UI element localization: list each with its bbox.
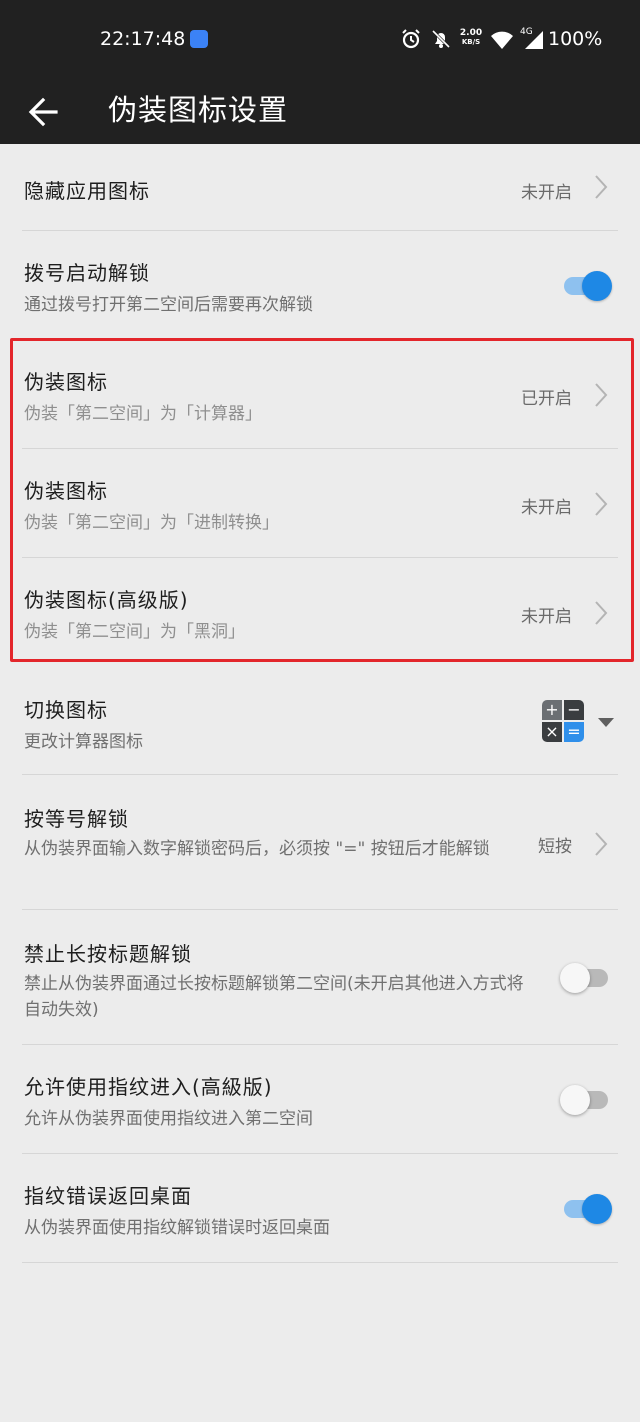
setting-title: 指纹错误返回桌面 xyxy=(24,1184,192,1208)
toggle-knob xyxy=(560,963,590,993)
setting-title: 允许使用指纹进入(高級版) xyxy=(24,1075,273,1099)
net-speed-value: 2.00 xyxy=(459,28,483,38)
setting-title: 隐藏应用图标 xyxy=(24,179,150,203)
setting-title: 禁止长按标题解锁 xyxy=(24,942,192,966)
alarm-icon xyxy=(402,29,420,49)
back-arrow-icon[interactable] xyxy=(26,90,62,134)
plus-cell: + xyxy=(542,700,562,720)
setting-value: 已开启 xyxy=(521,389,572,409)
setting-disguise-base-converter[interactable]: 伪装图标 伪装「第二空间」为「进制转换」 未开启 xyxy=(0,449,640,557)
mute-bell-icon xyxy=(431,29,451,49)
setting-allow-fingerprint[interactable]: 允许使用指纹进入(高級版) 允许从伪装界面使用指纹进入第二空间 xyxy=(0,1045,640,1153)
setting-subtitle: 通过拨号打开第二空间后需要再次解锁 xyxy=(24,295,313,315)
minus-cell: − xyxy=(564,700,584,720)
times-cell: × xyxy=(542,722,562,742)
dropdown-arrow-icon[interactable] xyxy=(598,718,614,727)
toggle-knob xyxy=(582,271,612,301)
setting-subtitle: 更改计算器图标 xyxy=(24,732,143,752)
setting-subtitle: 伪装「第二空间」为「黑洞」 xyxy=(24,622,245,642)
signal-icon xyxy=(525,31,543,49)
setting-title: 拨号启动解锁 xyxy=(24,261,150,285)
setting-dial-unlock[interactable]: 拨号启动解锁 通过拨号打开第二空间后需要再次解锁 xyxy=(0,231,640,339)
net-speed-unit: KB/S xyxy=(461,38,481,46)
battery-level: 100% xyxy=(548,28,603,50)
setting-subtitle: 从伪装界面输入数字解锁密码后，必须按 "=" 按钮后才能解锁 xyxy=(24,839,490,859)
setting-title: 伪装图标 xyxy=(24,370,108,394)
status-icons: 2.00 KB/S 4G 100% xyxy=(400,26,640,54)
setting-disguise-calculator[interactable]: 伪装图标 伪装「第二空间」为「计算器」 已开启 xyxy=(0,340,640,448)
allow-fingerprint-toggle[interactable] xyxy=(560,1079,612,1119)
page-title: 伪装图标设置 xyxy=(108,93,289,127)
setting-subtitle: 允许从伪装界面使用指纹进入第二空间 xyxy=(24,1109,313,1129)
fingerprint-error-home-toggle[interactable] xyxy=(560,1188,612,1228)
divider xyxy=(22,1262,618,1263)
setting-subtitle: 伪装「第二空间」为「计算器」 xyxy=(24,404,262,424)
setting-disguise-black-hole[interactable]: 伪装图标(高级版) 伪装「第二空间」为「黑洞」 未开启 xyxy=(0,558,640,666)
setting-disable-longpress-unlock[interactable]: 禁止长按标题解锁 禁止从伪装界面通过长按标题解锁第二空间(未开启其他进入方式将自… xyxy=(0,910,640,1044)
setting-fingerprint-error-home[interactable]: 指纹错误返回桌面 从伪装界面使用指纹解锁错误时返回桌面 xyxy=(0,1154,640,1262)
toggle-knob xyxy=(560,1085,590,1115)
wifi-icon xyxy=(491,31,513,49)
setting-title: 伪装图标(高级版) xyxy=(24,588,189,612)
disable-longpress-toggle[interactable] xyxy=(560,957,612,997)
setting-title: 切换图标 xyxy=(24,698,108,722)
chevron-right-icon xyxy=(595,383,608,407)
dial-unlock-toggle[interactable] xyxy=(560,265,612,305)
chevron-right-icon xyxy=(595,175,608,199)
setting-title: 按等号解锁 xyxy=(24,807,129,831)
setting-value: 未开启 xyxy=(521,498,572,518)
setting-value: 未开启 xyxy=(521,607,572,627)
setting-hide-app-icon[interactable]: 隐藏应用图标 未开启 xyxy=(0,144,640,230)
equals-cell: = xyxy=(564,722,584,742)
setting-equals-unlock[interactable]: 按等号解锁 从伪装界面输入数字解锁密码后，必须按 "=" 按钮后才能解锁 短按 xyxy=(0,775,640,909)
setting-value: 未开启 xyxy=(521,183,572,203)
status-time: 22:17:48 xyxy=(100,28,186,50)
chevron-right-icon xyxy=(595,492,608,516)
chevron-right-icon xyxy=(595,832,608,856)
calculator-icon[interactable]: + − × = xyxy=(542,700,584,742)
app-notification-icon xyxy=(190,30,208,48)
app-bar: 伪装图标设置 xyxy=(0,80,640,144)
setting-subtitle: 从伪装界面使用指纹解锁错误时返回桌面 xyxy=(24,1218,330,1238)
setting-title: 伪装图标 xyxy=(24,479,108,503)
chevron-right-icon xyxy=(595,601,608,625)
status-bar: 22:17:48 2.00 KB/S 4G 100% xyxy=(0,0,640,80)
network-speed: 2.00 KB/S xyxy=(458,29,484,47)
setting-subtitle: 禁止从伪装界面通过长按标题解锁第二空间(未开启其他进入方式将自动失效) xyxy=(24,974,524,1020)
toggle-knob xyxy=(582,1194,612,1224)
setting-subtitle: 伪装「第二空间」为「进制转换」 xyxy=(24,513,279,533)
setting-value: 短按 xyxy=(538,837,572,857)
